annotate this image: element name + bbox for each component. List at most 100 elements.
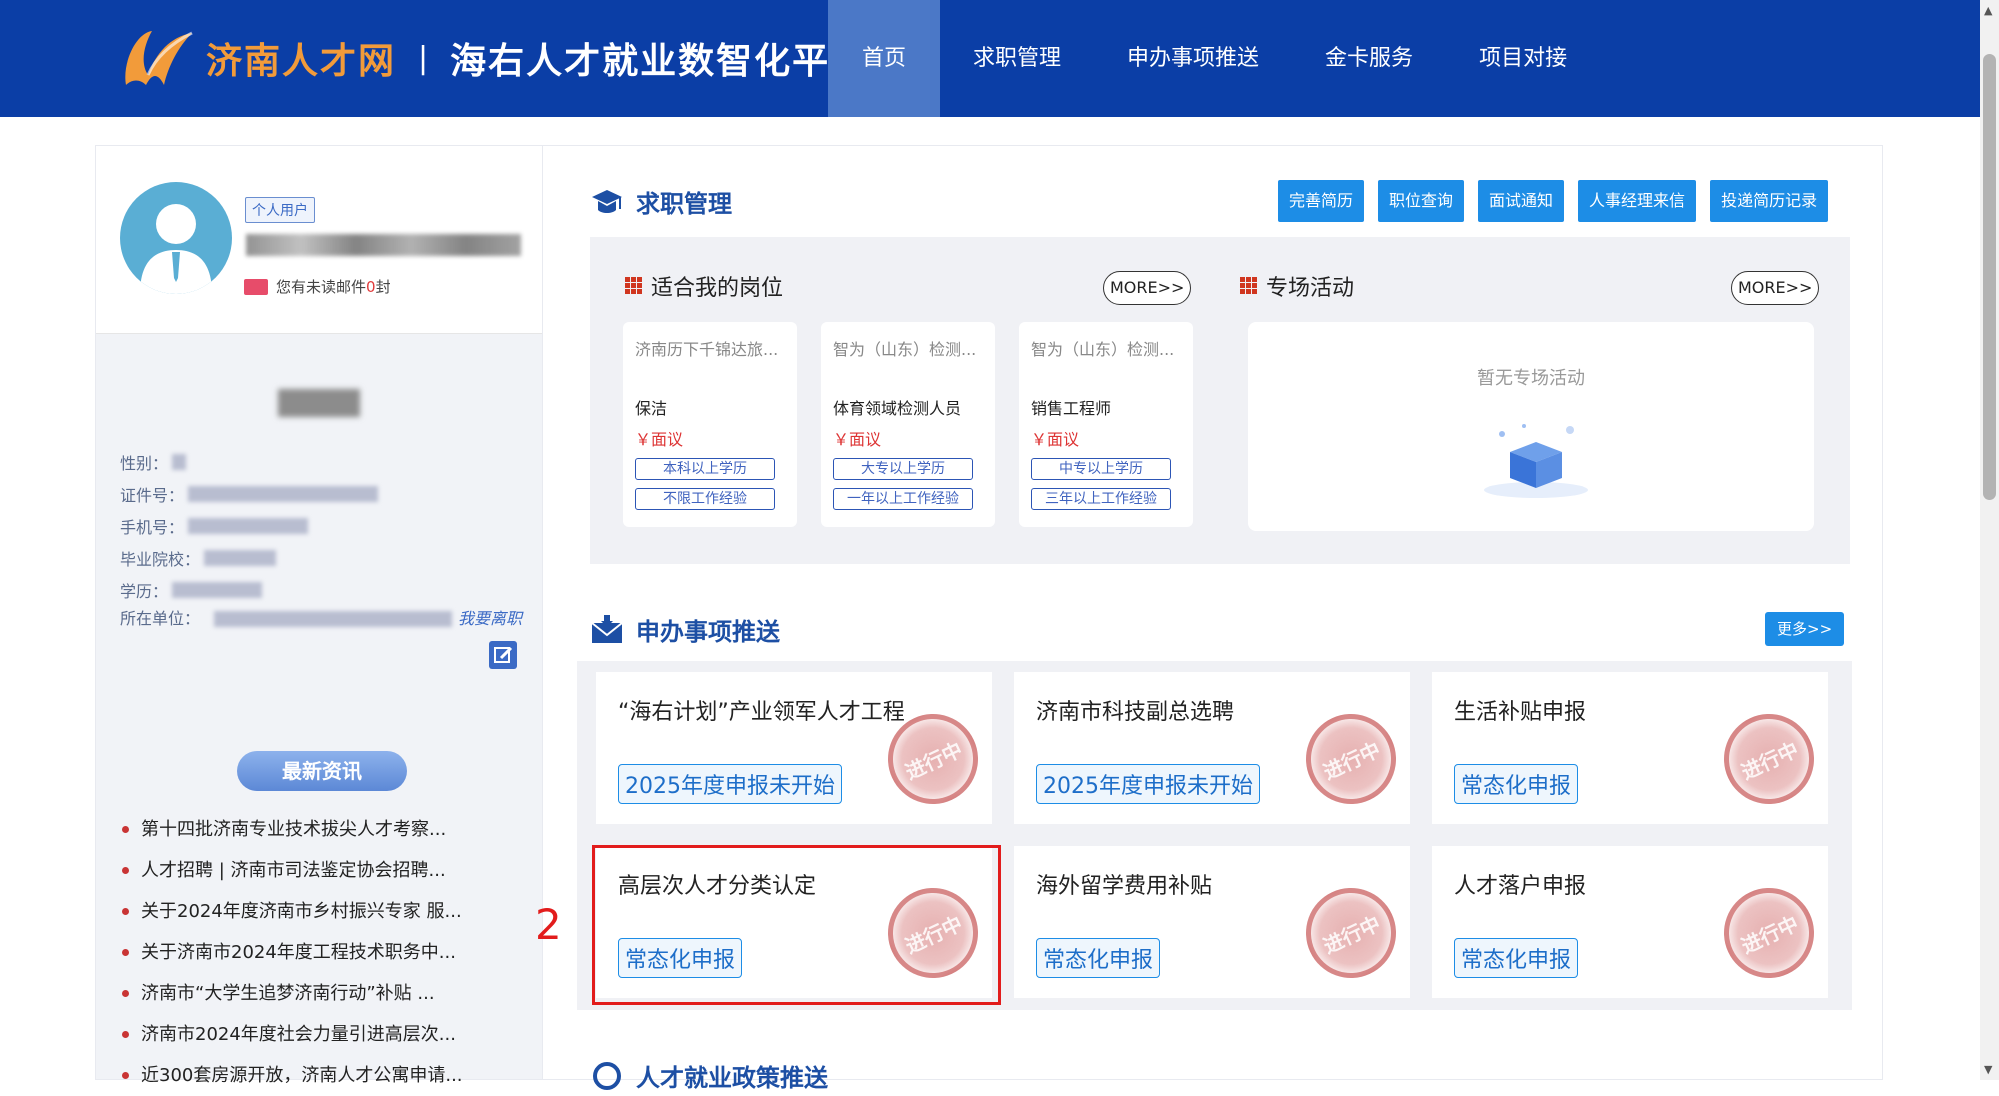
policy-section-title: 人才就业政策推送 (590, 1058, 828, 1093)
affairs-more-button[interactable]: 更多>> (1765, 612, 1845, 646)
phone-label: 手机号： (120, 518, 185, 537)
bullet-icon (122, 1031, 129, 1038)
job-card[interactable]: 智为（山东）检测... 销售工程师 ￥面议 中专以上学历 三年以上工作经验 (1019, 322, 1193, 527)
job-title: 销售工程师 (1031, 399, 1112, 418)
affair-card[interactable]: “海右计划”产业领军人才工程 2025年度申报未开始 进行中 (596, 672, 993, 824)
logo-mark-icon (125, 31, 193, 85)
affair-title: 海外留学费用补贴 (1036, 874, 1213, 899)
suitable-jobs-title-text: 适合我的岗位 (651, 276, 784, 301)
education-row: 学历： (120, 574, 530, 606)
edit-profile-icon[interactable] (489, 641, 517, 669)
scroll-down-icon[interactable]: ▼ (1984, 1063, 1992, 1076)
employer-row: 所在单位： 我要离职 (120, 606, 530, 632)
affair-card[interactable]: 济南市科技副总选聘 2025年度申报未开始 进行中 (1014, 672, 1411, 824)
job-search-button[interactable]: 职位查询 (1378, 180, 1465, 222)
gender-row: 性别： (120, 446, 530, 478)
quit-job-link[interactable]: 我要离职 (458, 606, 522, 632)
job-tag: 本科以上学历 (635, 458, 775, 480)
gender-value-blurred (172, 454, 187, 470)
job-recommend-area: 适合我的岗位 MORE>> 济南历下千锦达旅... 保洁 ￥面议 本科以上学历 … (590, 237, 1850, 564)
news-text: 近300套房源开放，济南人才公寓申请... (141, 1065, 463, 1086)
affair-card[interactable]: 生活补贴申报 常态化申报 进行中 (1432, 672, 1829, 824)
job-section-title: 求职管理 (590, 184, 732, 219)
in-progress-stamp-icon: 进行中 (1709, 873, 1829, 993)
affair-status-tag: 常态化申报 (1036, 938, 1161, 978)
scroll-up-icon[interactable]: ▲ (1984, 4, 1992, 17)
step-marker: 2 (535, 900, 562, 949)
activity-more-button[interactable]: MORE>> (1731, 271, 1820, 305)
phone-row: 手机号： (120, 510, 530, 542)
job-card[interactable]: 济南历下千锦达旅... 保洁 ￥面议 本科以上学历 不限工作经验 (623, 322, 797, 527)
affair-status-tag: 2025年度申报未开始 (1036, 764, 1260, 804)
news-text: 第十四批济南专业技术拔尖人才考察... (141, 819, 447, 840)
job-section-title-text: 求职管理 (636, 190, 732, 218)
empty-box-icon (1484, 424, 1588, 498)
page-scrollbar[interactable]: ▲ ▼ (1980, 0, 1999, 1080)
user-name-blurred (246, 234, 521, 256)
envelope-icon (591, 614, 623, 643)
gender-label: 性别： (120, 454, 169, 473)
real-name-blurred (278, 389, 360, 417)
news-text: 济南市“大学生追梦济南行动”补贴 ... (141, 983, 435, 1004)
education-blurred (172, 582, 263, 598)
highlight-box (592, 845, 1001, 1005)
user-type-badge: 个人用户 (245, 197, 315, 223)
activity-empty-state: 暂无专场活动 (1248, 322, 1814, 531)
job-salary: ￥面议 (635, 430, 684, 449)
id-number-row: 证件号： (120, 478, 530, 510)
phone-blurred (188, 518, 309, 534)
affair-card[interactable]: 海外留学费用补贴 常态化申报 进行中 (1014, 846, 1411, 998)
jobs-more-button[interactable]: MORE>> (1103, 271, 1192, 305)
nav-job-management[interactable]: 求职管理 (940, 0, 1094, 117)
job-company: 智为（山东）检测... (833, 340, 977, 359)
nav-gold-card[interactable]: 金卡服务 (1292, 0, 1446, 117)
main-nav: 首页 求职管理 申办事项推送 金卡服务 项目对接 (828, 0, 1600, 117)
job-salary: ￥面议 (1031, 430, 1080, 449)
no-activity-text: 暂无专场活动 (1477, 368, 1585, 389)
mail-icon (244, 278, 268, 295)
latest-news-header: 最新资讯 (237, 751, 407, 791)
avatar[interactable] (120, 182, 232, 294)
news-item[interactable]: 第十四批济南专业技术拔尖人才考察... (122, 809, 532, 850)
grid-icon (625, 277, 643, 295)
site-logo[interactable]: 济南人才网 | 海右人才就业数智化平台 (118, 20, 868, 96)
bullet-icon (122, 990, 129, 997)
news-text: 关于济南市2024年度工程技术职务中... (141, 942, 456, 963)
grid-icon (1240, 277, 1258, 295)
nav-project[interactable]: 项目对接 (1446, 0, 1600, 117)
bullet-icon (122, 826, 129, 833)
mail-count: 0 (366, 277, 376, 296)
news-item[interactable]: 关于济南市2024年度工程技术职务中... (122, 932, 532, 973)
user-avatar-icon (140, 204, 212, 294)
job-card[interactable]: 智为（山东）检测... 体育领域检测人员 ￥面议 大专以上学历 一年以上工作经验 (821, 322, 995, 527)
news-text: 济南市2024年度社会力量引进高层次... (141, 1024, 456, 1045)
hr-letter-button[interactable]: 人事经理来信 (1578, 180, 1697, 222)
bullet-icon (122, 949, 129, 956)
job-tag: 一年以上工作经验 (833, 488, 973, 510)
school-row: 毕业院校： (120, 542, 530, 574)
news-item[interactable]: 近300套房源开放，济南人才公寓申请... (122, 1055, 532, 1096)
affair-title: 济南市科技副总选聘 (1036, 700, 1235, 725)
special-activity-title: 专场活动 (1240, 270, 1354, 302)
top-navigation-bar: 济南人才网 | 海右人才就业数智化平台 首页 求职管理 申办事项推送 金卡服务 … (0, 0, 1980, 117)
news-item[interactable]: 关于2024年度济南市乡村振兴专家 服... (122, 891, 532, 932)
graduate-cap-icon (592, 189, 622, 213)
news-item[interactable]: 济南市2024年度社会力量引进高层次... (122, 1014, 532, 1055)
job-company: 智为（山东）检测... (1031, 340, 1175, 359)
complete-resume-button[interactable]: 完善简历 (1278, 180, 1365, 222)
job-company: 济南历下千锦达旅... (635, 340, 779, 359)
nav-home[interactable]: 首页 (828, 0, 941, 117)
scroll-thumb[interactable] (1983, 54, 1996, 500)
affairs-section-title-text: 申办事项推送 (636, 618, 780, 646)
logo-text: 济南人才网 (206, 41, 397, 82)
resume-history-button[interactable]: 投递简历记录 (1710, 180, 1829, 222)
unread-mail-notice[interactable]: 您有未读邮件 0 封 (244, 276, 391, 297)
school-label: 毕业院校： (120, 550, 201, 569)
policy-icon (593, 1061, 621, 1090)
nav-affairs-push[interactable]: 申办事项推送 (1094, 0, 1292, 117)
news-item[interactable]: 济南市“大学生追梦济南行动”补贴 ... (122, 973, 532, 1014)
affair-card[interactable]: 人才落户申报 常态化申报 进行中 (1432, 846, 1829, 998)
news-item[interactable]: 人才招聘 | 济南市司法鉴定协会招聘... (122, 850, 532, 891)
interview-notice-button[interactable]: 面试通知 (1478, 180, 1565, 222)
affairs-section-title: 申办事项推送 (590, 612, 780, 647)
